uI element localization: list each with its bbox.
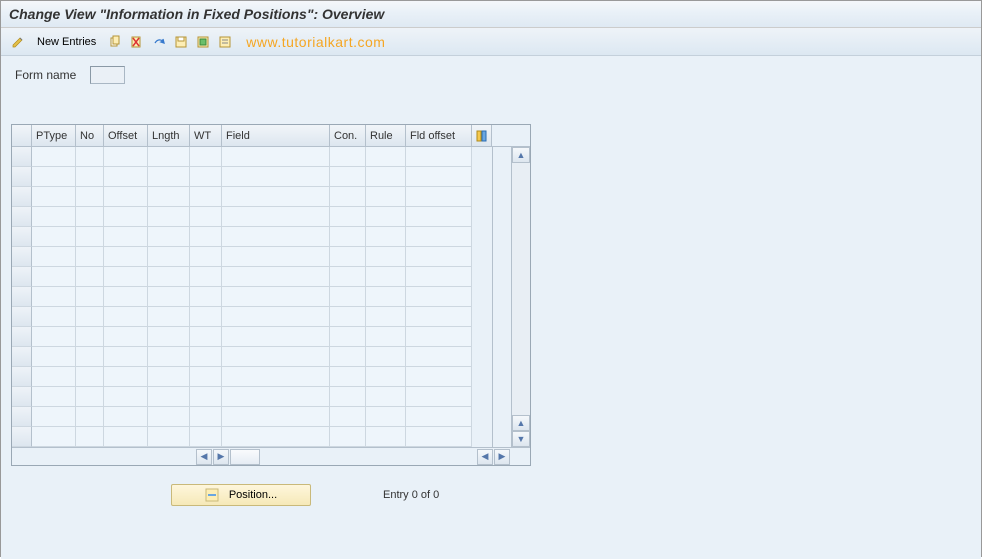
col-header-wt[interactable]: WT [190, 125, 222, 146]
toolbar: New Entries www.tutorialkart.com [1, 28, 981, 56]
table-row[interactable] [12, 207, 492, 227]
table-row[interactable] [12, 187, 492, 207]
scroll-right-end-button[interactable]: ▶ [494, 449, 510, 465]
table-row[interactable] [12, 367, 492, 387]
form-name-label: Form name [15, 68, 76, 82]
table-settings-icon[interactable] [472, 125, 492, 146]
copy-icon[interactable] [106, 33, 124, 51]
content-area: Form name PType No Offset Lngth WT Field… [1, 56, 981, 559]
scroll-left-end-button[interactable]: ◀ [477, 449, 493, 465]
table-row[interactable] [12, 287, 492, 307]
table-header: PType No Offset Lngth WT Field Con. Rule… [12, 125, 530, 147]
entry-count-text: Entry 0 of 0 [383, 489, 439, 501]
new-entries-button[interactable]: New Entries [31, 32, 102, 52]
table-row[interactable] [12, 167, 492, 187]
table-body [12, 147, 492, 447]
table-row[interactable] [12, 307, 492, 327]
col-header-field[interactable]: Field [222, 125, 330, 146]
table-row[interactable] [12, 247, 492, 267]
watermark-text: www.tutorialkart.com [246, 34, 385, 50]
col-header-lngth[interactable]: Lngth [148, 125, 190, 146]
form-name-row: Form name [11, 66, 971, 84]
table-row[interactable] [12, 147, 492, 167]
select-all-corner[interactable] [12, 125, 32, 146]
position-label: Position... [229, 489, 277, 501]
scroll-up-inner-button[interactable]: ▲ [512, 415, 530, 431]
scroll-up-button[interactable]: ▲ [512, 147, 530, 163]
col-header-rule[interactable]: Rule [366, 125, 406, 146]
undo-icon[interactable] [150, 33, 168, 51]
col-header-ptype[interactable]: PType [32, 125, 76, 146]
vertical-scrollbar[interactable]: ▲ ▲ ▼ [511, 147, 530, 447]
save-icon[interactable] [172, 33, 190, 51]
form-name-input[interactable] [90, 66, 125, 84]
position-button[interactable]: Position... [171, 484, 311, 506]
new-entries-label: New Entries [37, 36, 96, 48]
select-all-icon[interactable] [194, 33, 212, 51]
col-header-con[interactable]: Con. [330, 125, 366, 146]
delete-icon[interactable] [128, 33, 146, 51]
data-table: PType No Offset Lngth WT Field Con. Rule… [11, 124, 531, 466]
col-header-offset[interactable]: Offset [104, 125, 148, 146]
col-header-no[interactable]: No [76, 125, 104, 146]
table-row[interactable] [12, 427, 492, 447]
table-row[interactable] [12, 227, 492, 247]
table-row[interactable] [12, 327, 492, 347]
table-row[interactable] [12, 387, 492, 407]
horizontal-scrollbar[interactable]: ◀ ▶ ◀ ▶ [12, 447, 530, 465]
edit-icon[interactable] [9, 33, 27, 51]
scroll-right-button[interactable]: ▶ [213, 449, 229, 465]
table-row[interactable] [12, 407, 492, 427]
position-icon [205, 488, 219, 502]
scroll-thumb[interactable] [230, 449, 260, 465]
scroll-left-button[interactable]: ◀ [196, 449, 212, 465]
table-row[interactable] [12, 267, 492, 287]
page-title: Change View "Information in Fixed Positi… [1, 1, 981, 28]
scroll-down-button[interactable]: ▼ [512, 431, 530, 447]
table-row[interactable] [12, 347, 492, 367]
deselect-all-icon[interactable] [216, 33, 234, 51]
table-footer: Position... Entry 0 of 0 [11, 484, 971, 506]
col-header-fld-offset[interactable]: Fld offset [406, 125, 472, 146]
